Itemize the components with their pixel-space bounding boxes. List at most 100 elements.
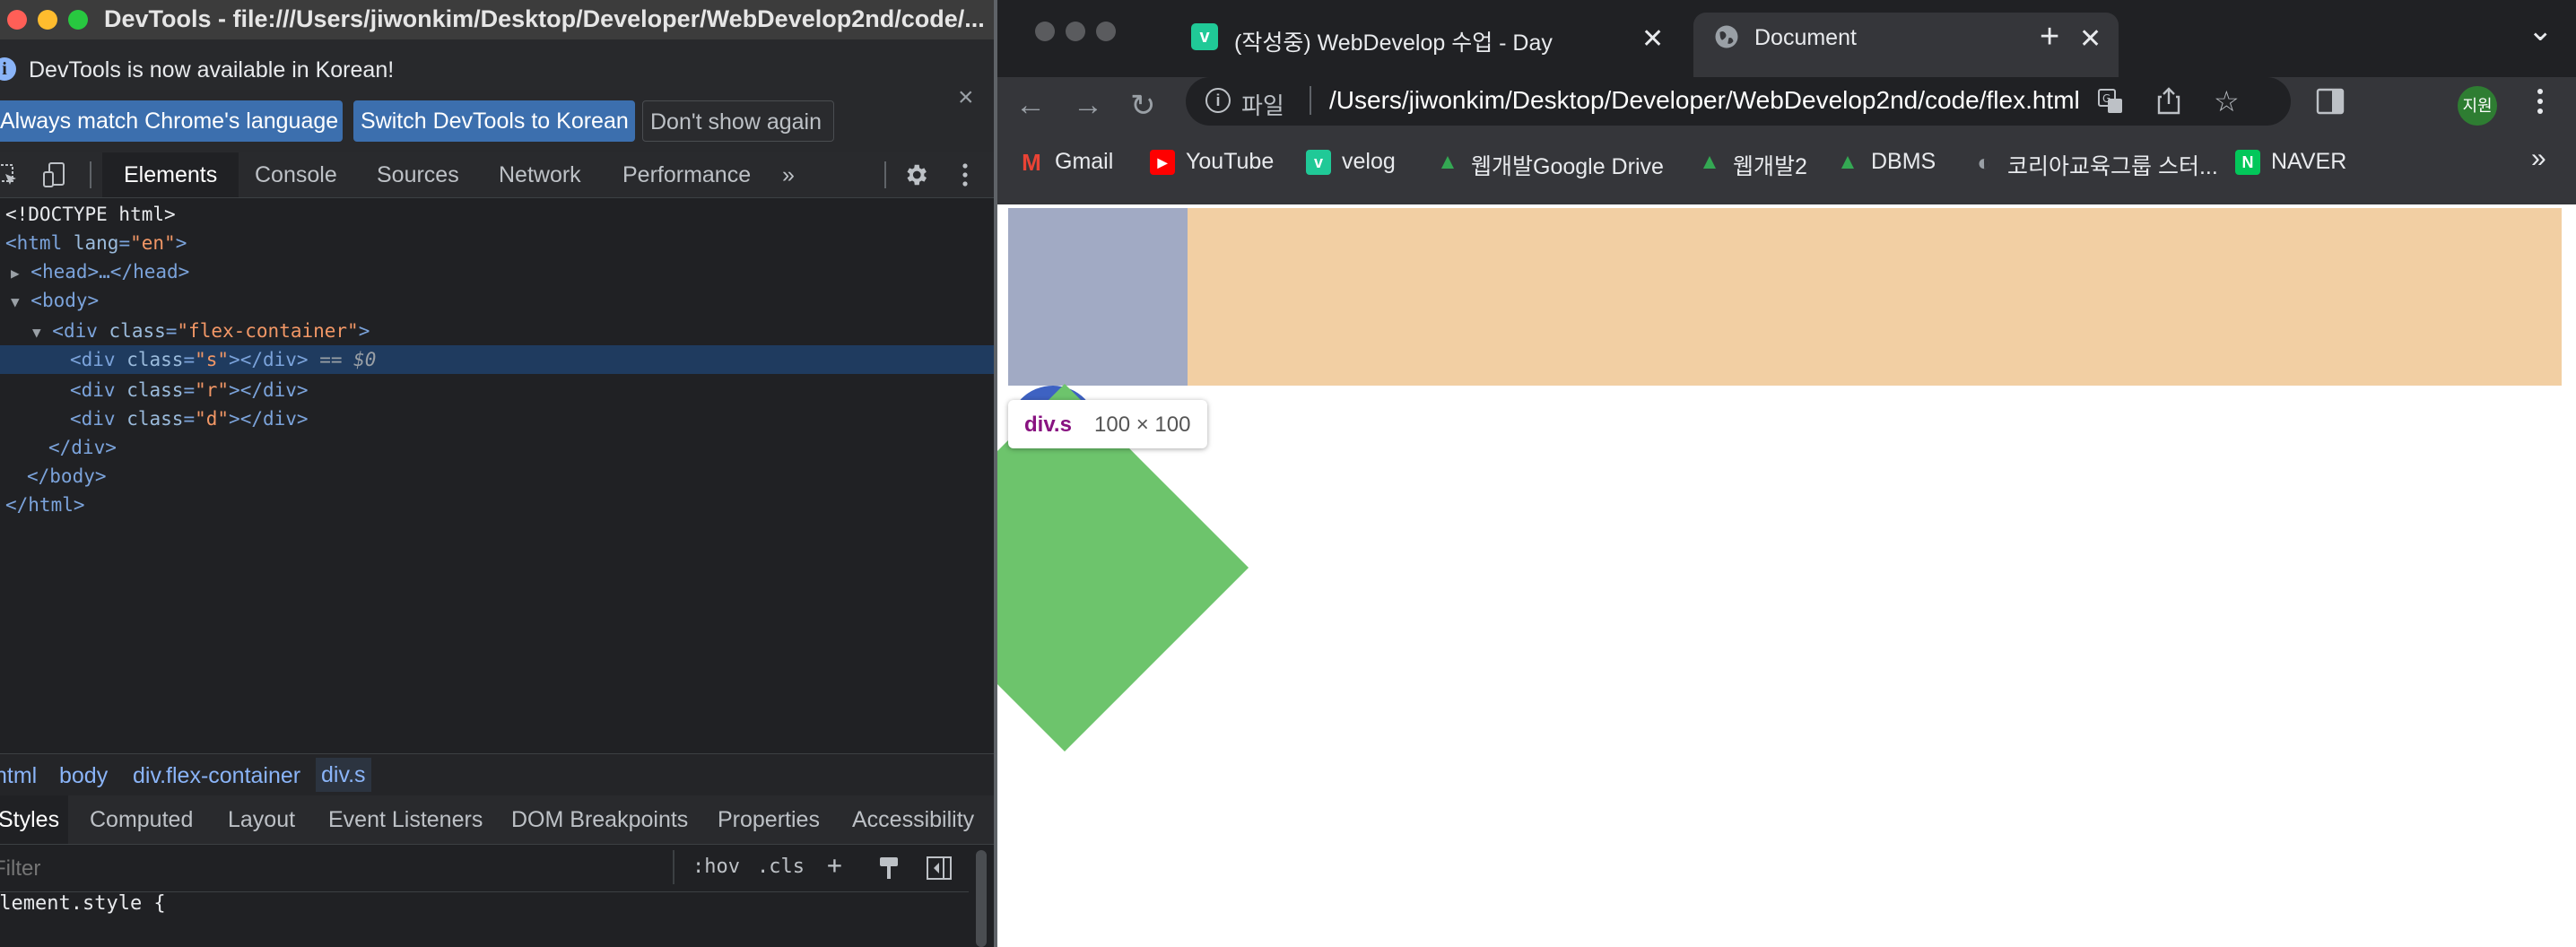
dom-node-html-close[interactable]: </html> — [0, 491, 994, 519]
breadcrumb-body[interactable]: body — [59, 763, 108, 789]
flex-container-box — [1008, 208, 2562, 386]
tab-dom-breakpoints[interactable]: DOM Breakpoints — [511, 795, 688, 844]
gear-icon[interactable] — [902, 161, 929, 188]
tab-search-icon[interactable]: ⌄ — [2528, 13, 2554, 48]
dom-node-flex-container[interactable]: ▼ <div class="flex-container"> — [0, 317, 994, 345]
site-info-icon[interactable]: i — [1205, 88, 1231, 113]
dom-node-div-s[interactable]: <div class="s"></div> == $0 — [0, 345, 994, 374]
bookmark-star-icon[interactable]: ☆ — [2214, 84, 2240, 118]
device-toolbar-icon[interactable] — [41, 161, 68, 188]
paint-brush-icon[interactable] — [877, 856, 901, 881]
tag-close: ></div> — [229, 408, 309, 430]
forward-arrow-icon[interactable]: → — [1073, 88, 1103, 123]
tab-elements[interactable]: Elements — [102, 152, 239, 197]
hov-toggle[interactable]: :hov — [692, 856, 740, 878]
tab-event-listeners[interactable]: Event Listeners — [328, 795, 483, 844]
tag-close: ></div> — [229, 379, 309, 401]
tab-performance[interactable]: Performance — [622, 152, 751, 197]
url-text[interactable]: /Users/jiwonkim/Desktop/Developer/WebDev… — [1329, 86, 2080, 115]
html-tag: <html — [5, 232, 63, 254]
url-scheme-label: 파일 — [1241, 92, 1284, 119]
toggle-sidebar-icon[interactable] — [926, 856, 953, 881]
breadcrumb-html[interactable]: html — [0, 763, 37, 789]
cls-toggle[interactable]: .cls — [757, 856, 805, 878]
dom-node-div-r[interactable]: <div class="r"></div> — [0, 376, 994, 404]
styles-filter-input[interactable] — [0, 852, 676, 886]
breadcrumb-div-s[interactable]: div.s — [316, 758, 371, 792]
browser-window: v (작성중) WebDevelop 수업 - Day ✕ Document ✕… — [997, 0, 2576, 947]
class-value: "d" — [195, 408, 230, 430]
back-arrow-icon[interactable]: ← — [1015, 88, 1046, 123]
url-separator — [1310, 86, 1311, 115]
tab-close-icon[interactable]: ✕ — [1641, 23, 1664, 55]
more-tabs-icon[interactable]: » — [782, 152, 795, 197]
dom-node-html[interactable]: <html lang="en"> — [0, 229, 994, 257]
browser-menu-icon[interactable] — [2533, 86, 2547, 117]
dom-node-body-close[interactable]: </body> — [0, 462, 994, 491]
tab-close-icon[interactable]: ✕ — [2079, 23, 2102, 55]
styles-tabbar: Styles Computed Layout Event Listeners D… — [0, 795, 994, 845]
dom-node-div-d[interactable]: <div class="d"></div> — [0, 404, 994, 433]
omnibox[interactable]: i 파일 /Users/jiwonkim/Desktop/Developer/W… — [1186, 77, 2291, 126]
globe-icon — [1715, 25, 1738, 48]
styles-scrollbar[interactable] — [976, 850, 987, 947]
collapse-triangle-icon[interactable]: ▼ — [11, 293, 20, 310]
dom-node-body[interactable]: ▼ <body> — [0, 286, 994, 315]
breadcrumb-flex-container[interactable]: div.flex-container — [133, 763, 300, 789]
minimize-window-button[interactable] — [38, 10, 57, 30]
div-tag: <div — [70, 379, 116, 401]
avatar[interactable]: 지원 — [2458, 86, 2497, 126]
class-value: "r" — [195, 379, 230, 401]
new-style-rule-button[interactable]: + — [827, 850, 842, 880]
tab-network[interactable]: Network — [499, 152, 581, 197]
tab-sources[interactable]: Sources — [377, 152, 459, 197]
side-panel-icon[interactable] — [2316, 88, 2345, 115]
reload-icon[interactable]: ↻ — [1130, 88, 1156, 124]
class-attr: class — [126, 349, 184, 370]
tab-accessibility[interactable]: Accessibility — [852, 795, 974, 844]
expand-triangle-icon[interactable]: ▶ — [11, 265, 20, 282]
browser-tab-velog[interactable]: v (작성중) WebDevelop 수업 - Day ✕ — [1173, 13, 1681, 77]
gmail-icon: M — [1022, 149, 1041, 176]
tag-close: ></div> — [229, 349, 309, 370]
minimize-window-button[interactable] — [1066, 22, 1085, 41]
tag-end: > — [358, 320, 370, 342]
infobar-close-icon[interactable]: × — [958, 83, 974, 113]
bookmark-label: 코리아교육그룹 스터... — [2007, 154, 2218, 179]
google-drive-icon: ▲ — [1837, 150, 1858, 174]
close-window-button[interactable] — [1035, 22, 1055, 41]
share-icon[interactable] — [2156, 86, 2181, 115]
maximize-window-button[interactable] — [68, 10, 88, 30]
tab-title: Document — [1754, 25, 1857, 50]
inspect-element-icon[interactable] — [0, 163, 20, 188]
breadcrumb: html body div.flex-container div.s — [0, 753, 994, 795]
translate-icon[interactable]: G — [2097, 88, 2124, 115]
class-value: "flex-container" — [177, 320, 359, 342]
info-icon: i — [0, 57, 16, 81]
bookmark-label: NAVER — [2271, 149, 2347, 174]
dont-show-again-button[interactable]: Don't show again — [642, 100, 834, 142]
collapse-triangle-icon[interactable]: ▼ — [32, 324, 41, 341]
div-tag: <div — [70, 349, 116, 370]
bookmark-label: DBMS — [1871, 149, 1936, 174]
maximize-window-button[interactable] — [1096, 22, 1116, 41]
body-close-tag: </body> — [27, 465, 107, 487]
bookmark-label: 웹개발Google Drive — [1471, 154, 1664, 179]
dom-node-head[interactable]: ▶ <head>…</head> — [0, 257, 994, 286]
new-tab-button[interactable]: + — [2040, 18, 2059, 56]
tab-console[interactable]: Console — [255, 152, 337, 197]
tab-computed[interactable]: Computed — [90, 795, 193, 844]
tab-layout[interactable]: Layout — [228, 795, 295, 844]
velog-icon: v — [1306, 150, 1331, 175]
match-language-button[interactable]: Always match Chrome's language — [0, 100, 343, 142]
dom-node-div-close[interactable]: </div> — [0, 433, 994, 462]
dom-node-doctype[interactable]: <!DOCTYPE html> — [0, 200, 994, 229]
tab-properties[interactable]: Properties — [718, 795, 820, 844]
close-window-button[interactable] — [7, 10, 27, 30]
class-attr: class — [109, 320, 166, 342]
element-style-rule[interactable]: element.style { — [0, 892, 178, 915]
switch-korean-button[interactable]: Switch DevTools to Korean — [353, 100, 635, 142]
kebab-menu-icon[interactable] — [958, 161, 972, 188]
more-bookmarks-icon[interactable]: » — [2531, 143, 2546, 174]
tab-styles[interactable]: Styles — [0, 795, 69, 844]
